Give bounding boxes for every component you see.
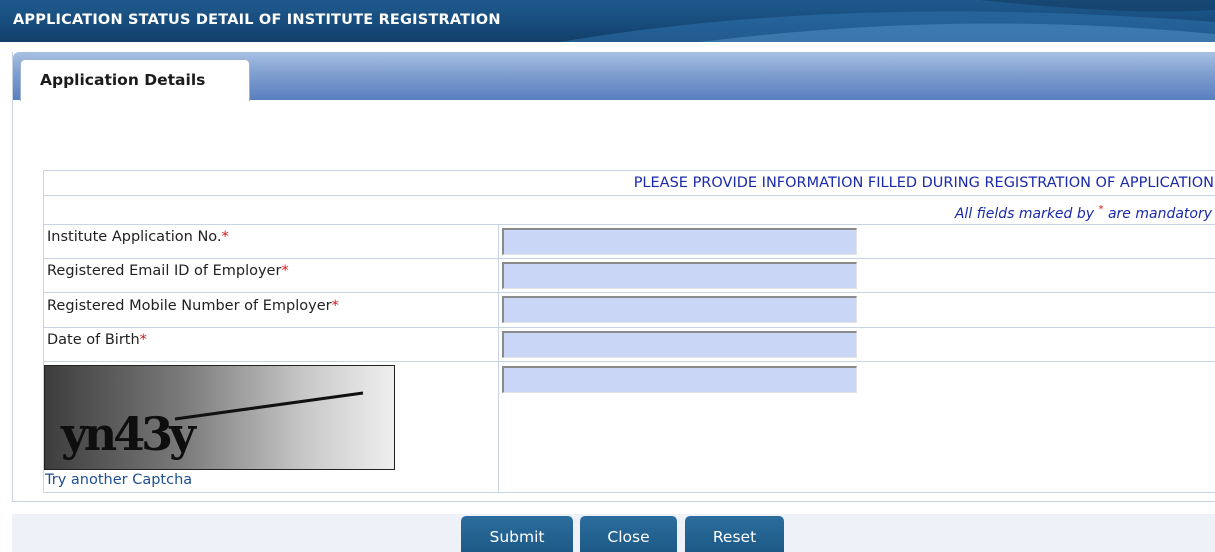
field-label-application-no: Institute Application No.* — [47, 229, 229, 245]
captcha-text: yn43y — [60, 407, 197, 461]
field-label-text: Date of Birth — [47, 332, 140, 348]
tab-strip: Application Details — [13, 52, 1215, 101]
field-label-email: Registered Email ID of Employer* — [47, 263, 289, 279]
field-label-text: Registered Mobile Number of Employer — [47, 298, 332, 314]
required-marker: * — [139, 332, 147, 348]
required-marker: * — [281, 263, 289, 279]
field-label-dob: Date of Birth* — [47, 332, 147, 348]
instruction-text: PLEASE PROVIDE INFORMATION FILLED DURING… — [633, 175, 1214, 191]
application-no-input[interactable] — [502, 228, 857, 255]
required-marker: * — [331, 298, 339, 314]
captcha-input[interactable] — [502, 366, 857, 393]
field-label-text: Registered Email ID of Employer — [47, 263, 282, 279]
email-field[interactable] — [502, 262, 857, 289]
try-another-captcha-link[interactable]: Try another Captcha — [45, 472, 192, 488]
mandatory-note-suffix: are mandatory — [1103, 206, 1212, 222]
instruction-row: PLEASE PROVIDE INFORMATION FILLED DURING… — [44, 171, 1215, 196]
date-of-birth-field[interactable] — [502, 331, 857, 358]
page-header-banner: APPLICATION STATUS DETAIL OF INSTITUTE R… — [0, 0, 1215, 42]
mandatory-note-row: All fields marked by * are mandatory — [44, 196, 1215, 225]
field-label-mobile: Registered Mobile Number of Employer* — [47, 298, 339, 314]
mandatory-note-prefix: All fields marked by — [954, 206, 1099, 222]
close-button[interactable]: Close — [580, 516, 677, 552]
tab-application-details[interactable]: Application Details — [20, 59, 250, 101]
submit-button[interactable]: Submit — [461, 516, 573, 552]
page-title: APPLICATION STATUS DETAIL OF INSTITUTE R… — [13, 12, 501, 28]
mobile-number-field[interactable] — [502, 296, 857, 323]
captcha-graphic: yn43y — [60, 391, 364, 461]
captcha-image: yn43y — [44, 365, 395, 470]
required-marker: * — [221, 229, 229, 245]
reset-button[interactable]: Reset — [685, 516, 784, 552]
field-label-text: Institute Application No. — [47, 229, 222, 245]
application-status-form: PLEASE PROVIDE INFORMATION FILLED DURING… — [43, 170, 1215, 493]
